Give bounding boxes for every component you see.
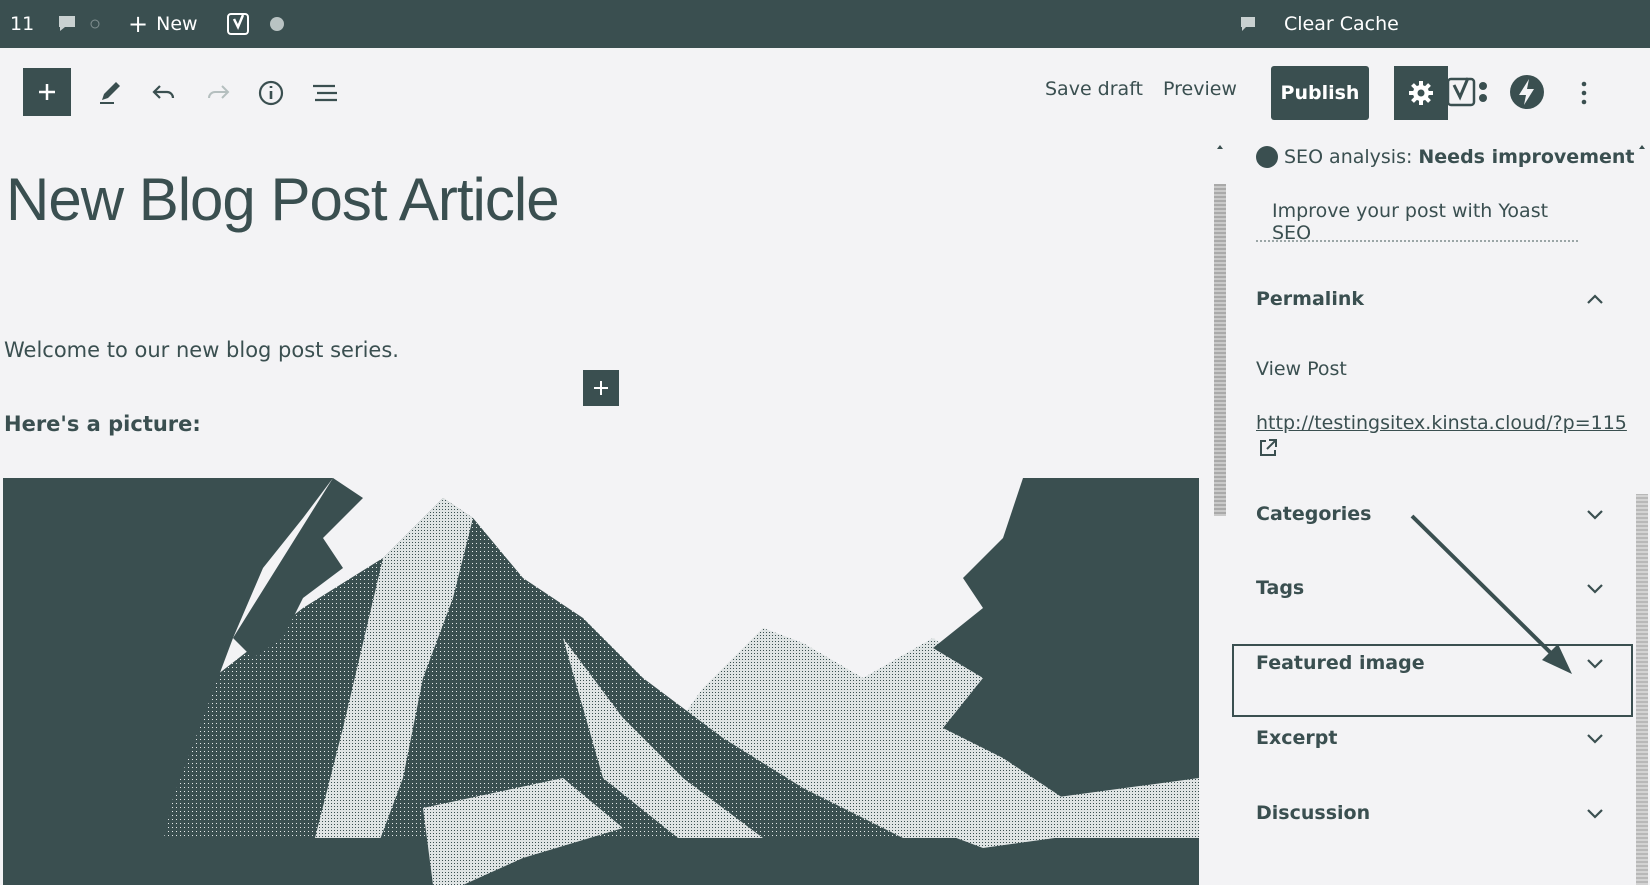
annotation-arrow-icon: [1410, 514, 1572, 674]
comment-count-icon: [90, 0, 100, 48]
seo-analysis-label: SEO analysis:: [1284, 146, 1413, 168]
settings-button[interactable]: [1394, 66, 1448, 120]
admin-bar: 11 + New Clear Cache: [0, 0, 1650, 48]
panel-discussion[interactable]: Discussion: [1256, 793, 1606, 833]
updates-count[interactable]: 11: [10, 0, 34, 48]
jetpack-button[interactable]: [1508, 73, 1546, 111]
redo-button[interactable]: [202, 76, 234, 108]
chevron-up-icon: [1584, 288, 1606, 310]
cache-icon: [1238, 0, 1258, 48]
mountain-image[interactable]: [3, 478, 1199, 885]
new-content-button[interactable]: + New: [128, 0, 198, 48]
redo-icon: [208, 85, 230, 99]
panel-tags-title: Tags: [1256, 577, 1305, 599]
plus-icon: +: [128, 10, 149, 38]
improve-with-yoast-link[interactable]: Improve your post with Yoast SEO: [1256, 200, 1578, 244]
info-icon: [258, 80, 284, 106]
panel-excerpt-title: Excerpt: [1256, 727, 1338, 749]
panel-discussion-title: Discussion: [1256, 802, 1371, 824]
yoast-button[interactable]: [1445, 74, 1491, 110]
more-options-button[interactable]: [1572, 78, 1596, 108]
post-title[interactable]: New Blog Post Article: [6, 165, 560, 234]
view-post-label: View Post: [1256, 358, 1347, 380]
undo-icon: [152, 85, 175, 99]
seo-analysis-status: Needs improvement: [1418, 146, 1635, 168]
comments-icon[interactable]: [56, 0, 78, 48]
plus-icon: [594, 381, 608, 395]
details-button[interactable]: [255, 77, 287, 109]
seo-analysis-row[interactable]: SEO analysis: Needs improvement: [1256, 146, 1635, 168]
undo-button[interactable]: [148, 76, 180, 108]
plus-icon: [39, 84, 55, 100]
scroll-up-arrow-icon[interactable]: [1214, 141, 1226, 153]
paragraph-block[interactable]: Welcome to our new blog post series.: [4, 338, 399, 362]
chevron-down-icon: [1584, 802, 1606, 824]
panel-permalink-title: Permalink: [1256, 288, 1364, 310]
yoast-icon: [1446, 77, 1487, 107]
publish-button[interactable]: Publish: [1271, 66, 1369, 120]
external-link-icon[interactable]: [1258, 438, 1278, 458]
panel-permalink[interactable]: Permalink: [1256, 279, 1606, 319]
permalink-url-link[interactable]: http://testingsitex.kinsta.cloud/?p=115: [1256, 412, 1627, 434]
lightning-icon: [1510, 75, 1544, 109]
new-label: New: [156, 13, 198, 35]
clear-cache-button[interactable]: Clear Cache: [1284, 0, 1399, 48]
panel-categories-title: Categories: [1256, 503, 1372, 525]
inline-inserter-button[interactable]: [583, 370, 619, 406]
list-view-button[interactable]: [308, 77, 342, 109]
edit-tool-button[interactable]: [94, 76, 126, 108]
more-vertical-icon: [1581, 81, 1587, 105]
save-draft-button[interactable]: Save draft: [1045, 78, 1143, 100]
pencil-icon: [100, 82, 120, 104]
sidebar-scrollbar[interactable]: [1636, 494, 1648, 885]
add-block-button[interactable]: [23, 68, 71, 116]
yoast-admin-icon[interactable]: [226, 0, 252, 48]
editor-scrollbar[interactable]: [1214, 184, 1226, 516]
preview-button[interactable]: Preview: [1163, 78, 1237, 100]
sad-face-icon: [1256, 146, 1278, 168]
chevron-down-icon: [1584, 727, 1606, 749]
sidebar-scroll-up-arrow-icon[interactable]: [1636, 141, 1648, 153]
kinsta-cache-icon[interactable]: [268, 0, 286, 48]
panel-excerpt[interactable]: Excerpt: [1256, 718, 1606, 758]
list-view-icon: [313, 84, 337, 102]
bold-paragraph-block[interactable]: Here's a picture:: [4, 412, 201, 436]
gear-icon: [1409, 81, 1433, 105]
